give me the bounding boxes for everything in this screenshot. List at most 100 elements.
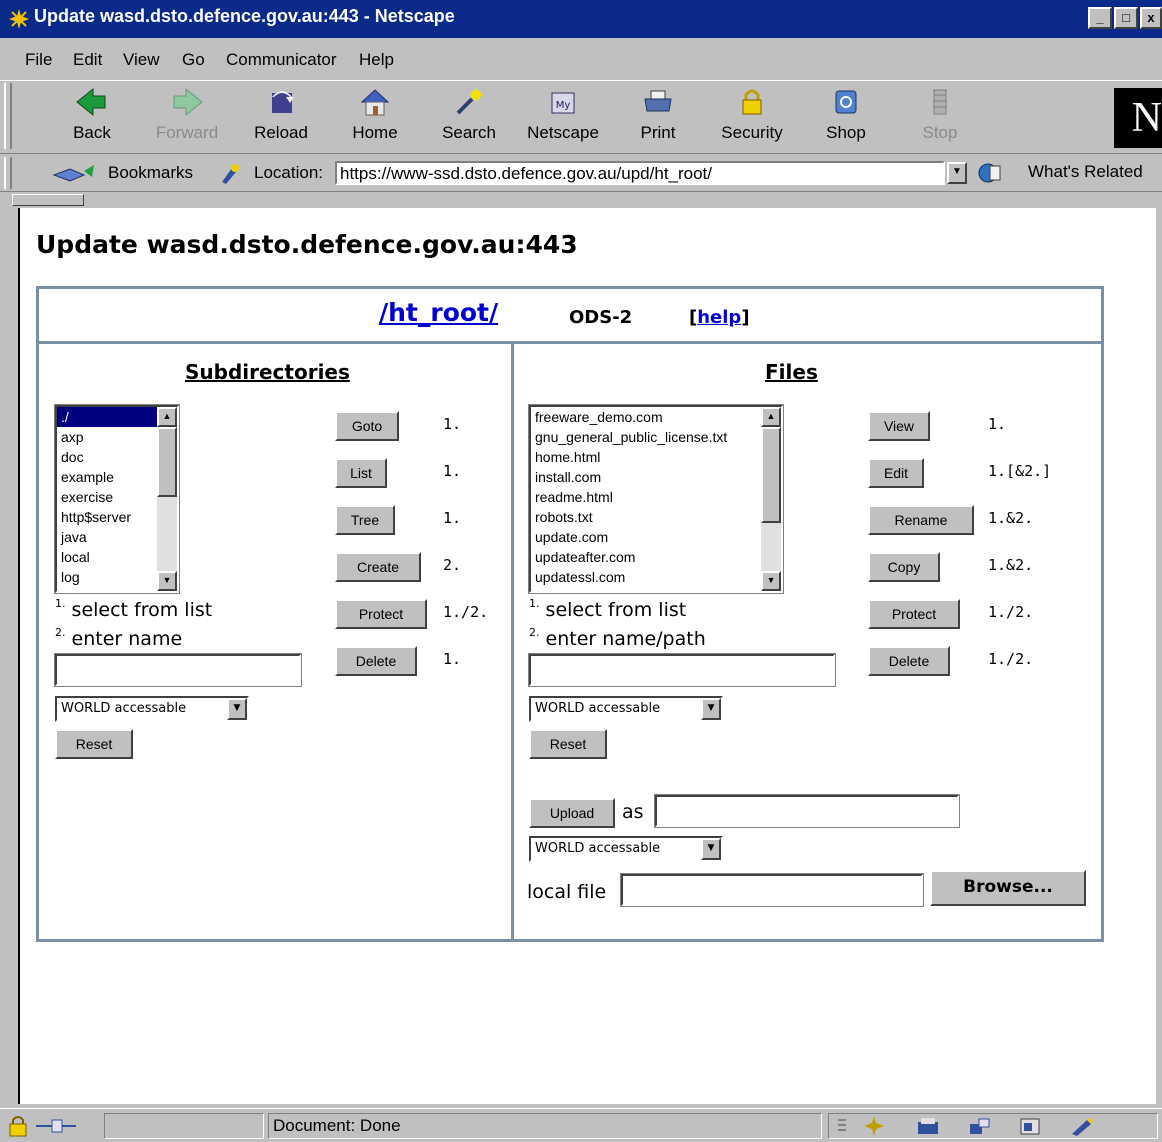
list-item[interactable]: readme.html xyxy=(531,487,781,507)
bookmarks-icon[interactable] xyxy=(50,161,100,185)
netscape-button[interactable]: My Netscape xyxy=(519,85,607,149)
menu-file[interactable]: File xyxy=(25,50,52,70)
minimize-button[interactable]: _ xyxy=(1088,7,1112,29)
shop-icon xyxy=(835,90,857,114)
files-scrollbar[interactable]: ▲ ▼ xyxy=(761,407,781,591)
search-button[interactable]: Search xyxy=(425,85,513,149)
netscape-icon: My xyxy=(551,92,575,114)
subdirectories-listbox[interactable]: ./ axp doc example exercise http$server … xyxy=(54,404,180,594)
shop-button[interactable]: Shop xyxy=(802,85,890,149)
path-link[interactable]: /ht_root/ xyxy=(379,298,498,327)
status-bar: Document: Done xyxy=(0,1108,1162,1142)
chevron-down-icon[interactable]: ▼ xyxy=(701,698,721,720)
copy-button[interactable]: Copy xyxy=(868,552,940,582)
copy-note: 1.&2. xyxy=(988,556,1034,574)
rename-note: 1.&2. xyxy=(988,509,1034,527)
forward-button[interactable]: Forward xyxy=(143,85,231,149)
reload-icon xyxy=(272,91,294,113)
local-file-input[interactable] xyxy=(620,873,924,907)
window-right-edge xyxy=(1156,208,1162,1104)
security-button[interactable]: Security xyxy=(708,85,796,149)
upload-protection-select[interactable]: WORLD accessable ▼ xyxy=(529,836,723,862)
menu-communicator[interactable]: Communicator xyxy=(226,50,337,70)
list-item[interactable]: gnu_general_public_license.txt xyxy=(531,427,781,447)
netscape-brand-logo[interactable]: N xyxy=(1114,88,1162,148)
menu-view[interactable]: View xyxy=(123,50,160,70)
locationbar-grip[interactable] xyxy=(4,157,12,189)
toolbar-grip[interactable] xyxy=(4,83,12,149)
print-button[interactable]: Print xyxy=(614,85,702,149)
location-url-input[interactable]: https://www-ssd.dsto.defence.gov.au/upd/… xyxy=(335,161,945,185)
chevron-down-icon[interactable]: ▼ xyxy=(227,698,247,720)
list-note: 1. xyxy=(443,462,462,480)
stop-button[interactable]: Stop xyxy=(896,85,984,149)
scroll-thumb[interactable] xyxy=(157,427,177,497)
location-page-icon[interactable] xyxy=(218,162,242,184)
bookmarks-button[interactable]: Bookmarks xyxy=(108,163,193,183)
menu-go[interactable]: Go xyxy=(182,50,205,70)
chevron-down-icon[interactable]: ▼ xyxy=(701,838,721,860)
reload-button[interactable]: Reload xyxy=(237,85,325,149)
discussion-groups-icon[interactable] xyxy=(967,1116,993,1136)
create-button[interactable]: Create xyxy=(335,552,421,582)
list-item[interactable]: home.html xyxy=(531,447,781,467)
subdirectory-protection-select[interactable]: WORLD accessable ▼ xyxy=(55,696,249,722)
rename-button[interactable]: Rename xyxy=(868,505,974,535)
scroll-up-button[interactable]: ▲ xyxy=(157,407,177,427)
list-item[interactable]: robots.txt xyxy=(531,507,781,527)
security-lock-status-icon[interactable] xyxy=(8,1115,28,1137)
file-protection-select[interactable]: WORLD accessable ▼ xyxy=(529,696,723,722)
component-bar-grip-icon[interactable] xyxy=(835,1116,849,1136)
window-title-bar[interactable]: Update wasd.dsto.defence.gov.au:443 - Ne… xyxy=(0,0,1162,38)
list-item[interactable]: freeware_demo.com xyxy=(531,407,781,427)
home-button[interactable]: Home xyxy=(331,85,419,149)
goto-button[interactable]: Goto xyxy=(335,411,399,441)
create-note: 2. xyxy=(443,556,462,574)
maximize-button[interactable]: □ xyxy=(1114,7,1138,29)
list-item[interactable]: updateafter.com xyxy=(531,547,781,567)
whats-related-button[interactable]: What's Related xyxy=(1028,162,1143,182)
upload-as-input[interactable] xyxy=(654,794,960,828)
scroll-thumb[interactable] xyxy=(761,427,781,523)
menu-edit[interactable]: Edit xyxy=(73,50,102,70)
goto-note: 1. xyxy=(443,415,462,433)
personal-toolbar-tab[interactable] xyxy=(12,194,84,206)
protection-selected-value: WORLD accessable xyxy=(535,841,661,856)
scroll-down-button[interactable]: ▼ xyxy=(761,571,781,591)
page-heading: Update wasd.dsto.defence.gov.au:443 xyxy=(36,230,578,259)
subdirectories-scrollbar[interactable]: ▲ ▼ xyxy=(157,407,177,591)
help-link[interactable]: help xyxy=(697,307,741,328)
files-listbox[interactable]: freeware_demo.com gnu_general_public_lic… xyxy=(528,404,784,594)
back-button[interactable]: Back xyxy=(48,85,136,149)
local-file-label: local file xyxy=(527,881,607,903)
list-item[interactable]: install.com xyxy=(531,467,781,487)
edit-button[interactable]: Edit xyxy=(868,458,924,488)
mail-icon[interactable] xyxy=(915,1116,941,1136)
component-bar xyxy=(828,1113,1158,1139)
subdirectory-name-input[interactable] xyxy=(54,653,302,687)
composer-icon[interactable] xyxy=(1069,1116,1095,1136)
file-name-input[interactable] xyxy=(528,653,836,687)
whats-related-icon[interactable] xyxy=(976,161,1022,185)
scroll-up-button[interactable]: ▲ xyxy=(761,407,781,427)
view-button[interactable]: View xyxy=(868,411,930,441)
list-item[interactable]: updatessl.com xyxy=(531,567,781,587)
tree-button[interactable]: Tree xyxy=(335,505,395,535)
delete-button[interactable]: Delete xyxy=(335,646,417,676)
close-button[interactable]: x xyxy=(1140,7,1162,29)
subdirectory-reset-button[interactable]: Reset xyxy=(55,729,133,759)
address-book-icon[interactable] xyxy=(1017,1116,1043,1136)
browse-button[interactable]: Browse... xyxy=(930,870,1086,906)
home-icon xyxy=(360,89,390,116)
scroll-down-button[interactable]: ▼ xyxy=(157,571,177,591)
location-history-dropdown[interactable]: ▼ xyxy=(947,162,967,184)
menu-help[interactable]: Help xyxy=(359,50,394,70)
list-item[interactable]: update.com xyxy=(531,527,781,547)
file-reset-button[interactable]: Reset xyxy=(529,729,607,759)
navigator-icon[interactable] xyxy=(861,1115,887,1137)
list-button[interactable]: List xyxy=(335,458,387,488)
protect-button[interactable]: Protect xyxy=(868,599,960,629)
protect-button[interactable]: Protect xyxy=(335,599,427,629)
delete-button[interactable]: Delete xyxy=(868,646,950,676)
upload-button[interactable]: Upload xyxy=(529,798,615,828)
